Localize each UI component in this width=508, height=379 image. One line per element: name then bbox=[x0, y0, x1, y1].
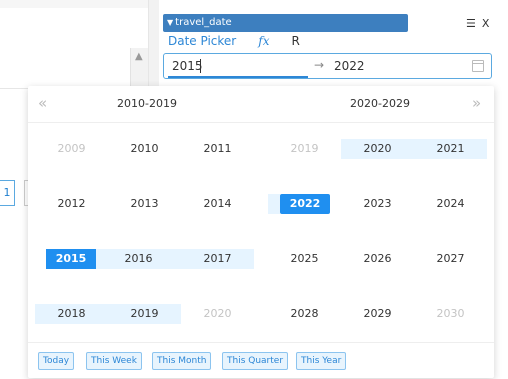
year-cell[interactable]: 2021 bbox=[414, 139, 487, 159]
left-decade-label: 2010-2019 bbox=[117, 97, 177, 110]
tab-r[interactable]: R bbox=[291, 34, 299, 52]
year-cell[interactable]: 2020 bbox=[181, 304, 254, 324]
filter-header-actions: ☰ X bbox=[466, 14, 489, 32]
calendar-header: « 2010-2019 2020-2029 » bbox=[28, 86, 494, 123]
year-cell[interactable]: 2011 bbox=[181, 139, 254, 159]
tab-date-picker[interactable]: Date Picker bbox=[168, 34, 236, 52]
year-cell[interactable]: 2025 bbox=[268, 249, 341, 269]
close-icon[interactable]: X bbox=[482, 17, 490, 30]
filter-title: travel_date bbox=[175, 17, 232, 28]
year-cell[interactable]: 2030 bbox=[414, 304, 487, 324]
range-arrow-icon: → bbox=[314, 58, 325, 72]
preset-bar: Today This Week This Month This Quarter … bbox=[28, 342, 494, 379]
filter-header[interactable]: ▼ travel_date bbox=[163, 14, 408, 32]
range-fill bbox=[268, 194, 280, 214]
preset-this-week-button[interactable]: This Week bbox=[86, 352, 142, 370]
list-icon[interactable]: ☰ bbox=[466, 17, 476, 30]
range-start-input[interactable]: 2015 bbox=[172, 59, 203, 73]
year-cell[interactable]: 2029 bbox=[341, 304, 414, 324]
calendar-icon[interactable] bbox=[472, 60, 484, 72]
year-cell[interactable]: 2013 bbox=[108, 194, 181, 214]
background-content-panel: ▲ bbox=[0, 8, 149, 96]
year-cell-range-start[interactable]: 2015 bbox=[46, 249, 96, 269]
right-decade-label: 2020-2029 bbox=[350, 97, 410, 110]
text-caret bbox=[200, 59, 201, 73]
year-cell[interactable]: 2014 bbox=[181, 194, 254, 214]
date-range-input[interactable]: 2015 → 2022 bbox=[163, 53, 492, 79]
preset-today-button[interactable]: Today bbox=[38, 352, 75, 370]
year-cell[interactable]: 2023 bbox=[341, 194, 414, 214]
year-cell[interactable]: 2020 bbox=[341, 139, 414, 159]
year-cell[interactable]: 2019 bbox=[268, 139, 341, 159]
page-number-button[interactable]: 1 bbox=[0, 180, 15, 206]
year-cell[interactable]: 2027 bbox=[414, 249, 487, 269]
year-cell[interactable]: 2012 bbox=[35, 194, 108, 214]
preset-this-year-button[interactable]: This Year bbox=[296, 352, 347, 370]
year-cell[interactable]: 2028 bbox=[268, 304, 341, 324]
year-cell-range-end[interactable]: 2022 bbox=[280, 194, 330, 214]
preset-this-quarter-button[interactable]: This Quarter bbox=[222, 352, 289, 370]
year-range-dropdown: « 2010-2019 2020-2029 » 2009 2010 2011 2… bbox=[28, 86, 494, 378]
year-cell[interactable]: 2010 bbox=[108, 139, 181, 159]
filter-mode-tabs: Date Picker fx R bbox=[168, 34, 300, 52]
range-end-input[interactable]: 2022 bbox=[334, 59, 365, 73]
year-cell[interactable]: 2024 bbox=[414, 194, 487, 214]
prev-decade-icon[interactable]: « bbox=[38, 94, 47, 112]
year-cell[interactable]: 2026 bbox=[341, 249, 414, 269]
year-cell[interactable]: 2009 bbox=[35, 139, 108, 159]
preset-this-month-button[interactable]: This Month bbox=[152, 352, 212, 370]
year-cell[interactable]: 2019 bbox=[108, 304, 181, 324]
next-decade-icon[interactable]: » bbox=[472, 94, 481, 112]
year-cell[interactable]: 2017 bbox=[181, 249, 254, 269]
scroll-up-icon[interactable]: ▲ bbox=[135, 52, 143, 62]
tab-fx[interactable]: fx bbox=[258, 34, 269, 52]
collapse-icon[interactable]: ▼ bbox=[167, 18, 173, 27]
year-cell[interactable]: 2016 bbox=[96, 249, 181, 269]
active-input-indicator bbox=[168, 76, 308, 78]
year-cell[interactable]: 2018 bbox=[35, 304, 108, 324]
